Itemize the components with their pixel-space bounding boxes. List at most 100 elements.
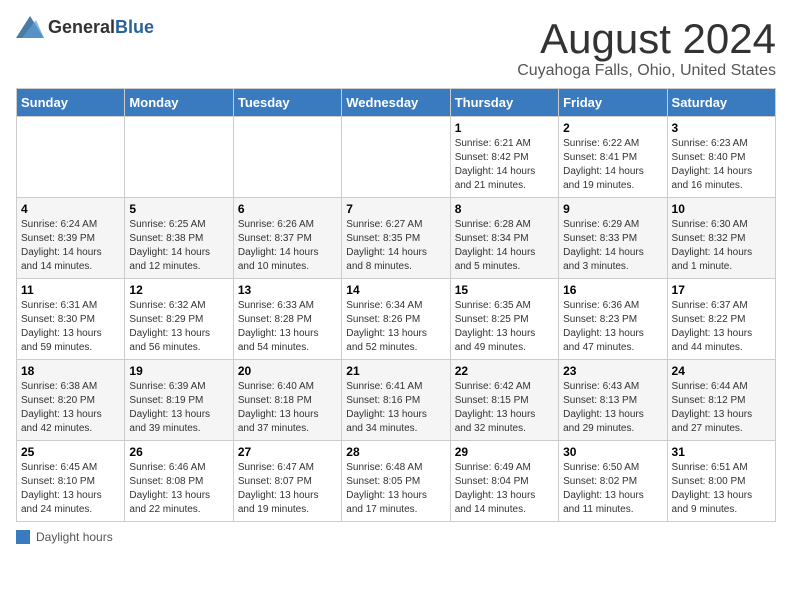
calendar-cell: 5 Sunrise: 6:25 AM Sunset: 8:38 PM Daylig… [125,198,233,279]
day-number: 31 [672,445,771,459]
calendar-table: SundayMondayTuesdayWednesdayThursdayFrid… [16,88,776,522]
title-area: August 2024 Cuyahoga Falls, Ohio, United… [517,16,776,80]
calendar-cell: 23 Sunrise: 6:43 AM Sunset: 8:13 PM Dayli… [559,360,667,441]
day-number: 16 [563,283,662,297]
day-header-thursday: Thursday [450,89,558,117]
legend: Daylight hours [16,530,776,544]
calendar-cell: 4 Sunrise: 6:24 AM Sunset: 8:39 PM Daylig… [17,198,125,279]
calendar-cell: 6Sunrise: 6:26 AM Sunset: 8:37 PM Daylig… [233,198,341,279]
day-info: Sunrise: 6:28 AM Sunset: 8:34 PM Dayligh… [455,218,554,274]
logo-icon [16,16,44,38]
logo: GeneralBlue [16,16,154,38]
day-info: Sunrise: 6:50 AM Sunset: 8:02 PM Dayligh… [563,461,662,517]
day-info: Sunrise: 6:46 AM Sunset: 8:08 PM Dayligh… [129,461,228,517]
day-number: 17 [672,283,771,297]
day-number: 15 [455,283,554,297]
day-header-friday: Friday [559,89,667,117]
calendar-cell: 22 Sunrise: 6:42 AM Sunset: 8:15 PM Dayli… [450,360,558,441]
day-number: 2 [563,121,662,135]
day-info: Sunrise: 6:35 AM Sunset: 8:25 PM Dayligh… [455,299,554,355]
calendar-week-row: 18Sunrise: 6:38 AM Sunset: 8:20 PM Dayli… [17,360,776,441]
day-info: Sunrise: 6:31 AM Sunset: 8:30 PM Dayligh… [21,299,120,355]
day-info: Sunrise: 6:29 AM Sunset: 8:33 PM Dayligh… [563,218,662,274]
calendar-cell: 26 Sunrise: 6:46 AM Sunset: 8:08 PM Dayli… [125,441,233,522]
logo-text-blue: Blue [115,17,154,37]
calendar-cell: 30Sunrise: 6:50 AM Sunset: 8:02 PM Dayli… [559,441,667,522]
day-number: 25 [21,445,120,459]
day-number: 22 [455,364,554,378]
day-info: Sunrise: 6:42 AM Sunset: 8:15 PM Dayligh… [455,380,554,436]
day-number: 10 [672,202,771,216]
day-number: 27 [238,445,337,459]
day-info: Sunrise: 6:36 AM Sunset: 8:23 PM Dayligh… [563,299,662,355]
calendar-week-row: 25 Sunrise: 6:45 AM Sunset: 8:10 PM Dayli… [17,441,776,522]
day-info: Sunrise: 6:21 AM Sunset: 8:42 PM Dayligh… [455,137,554,193]
calendar-cell: 27 Sunrise: 6:47 AM Sunset: 8:07 PM Dayli… [233,441,341,522]
day-number: 18 [21,364,120,378]
day-number: 3 [672,121,771,135]
calendar-week-row: 11 Sunrise: 6:31 AM Sunset: 8:30 PM Dayli… [17,279,776,360]
calendar-cell: 18Sunrise: 6:38 AM Sunset: 8:20 PM Dayli… [17,360,125,441]
day-info: Sunrise: 6:33 AM Sunset: 8:28 PM Dayligh… [238,299,337,355]
day-number: 9 [563,202,662,216]
day-number: 23 [563,364,662,378]
legend-box [16,530,30,544]
calendar-cell: 3 Sunrise: 6:23 AM Sunset: 8:40 PM Daylig… [667,117,775,198]
day-header-wednesday: Wednesday [342,89,450,117]
calendar-cell: 9 Sunrise: 6:29 AM Sunset: 8:33 PM Daylig… [559,198,667,279]
day-number: 5 [129,202,228,216]
day-info: Sunrise: 6:34 AM Sunset: 8:26 PM Dayligh… [346,299,445,355]
day-number: 14 [346,283,445,297]
day-info: Sunrise: 6:44 AM Sunset: 8:12 PM Dayligh… [672,380,771,436]
calendar-cell: 31 Sunrise: 6:51 AM Sunset: 8:00 PM Dayli… [667,441,775,522]
calendar-cell: 21Sunrise: 6:41 AM Sunset: 8:16 PM Dayli… [342,360,450,441]
day-info: Sunrise: 6:23 AM Sunset: 8:40 PM Dayligh… [672,137,771,193]
day-info: Sunrise: 6:27 AM Sunset: 8:35 PM Dayligh… [346,218,445,274]
calendar-header-row: SundayMondayTuesdayWednesdayThursdayFrid… [17,89,776,117]
day-header-tuesday: Tuesday [233,89,341,117]
calendar-cell: 19Sunrise: 6:39 AM Sunset: 8:19 PM Dayli… [125,360,233,441]
day-header-monday: Monday [125,89,233,117]
day-number: 24 [672,364,771,378]
day-info: Sunrise: 6:45 AM Sunset: 8:10 PM Dayligh… [21,461,120,517]
month-title: August 2024 [517,16,776,62]
calendar-cell: 24 Sunrise: 6:44 AM Sunset: 8:12 PM Dayli… [667,360,775,441]
calendar-cell: 16 Sunrise: 6:36 AM Sunset: 8:23 PM Dayli… [559,279,667,360]
day-number: 20 [238,364,337,378]
day-info: Sunrise: 6:25 AM Sunset: 8:38 PM Dayligh… [129,218,228,274]
calendar-week-row: 1 Sunrise: 6:21 AM Sunset: 8:42 PM Daylig… [17,117,776,198]
calendar-cell: 11 Sunrise: 6:31 AM Sunset: 8:30 PM Dayli… [17,279,125,360]
day-info: Sunrise: 6:32 AM Sunset: 8:29 PM Dayligh… [129,299,228,355]
calendar-cell [233,117,341,198]
day-info: Sunrise: 6:37 AM Sunset: 8:22 PM Dayligh… [672,299,771,355]
calendar-cell: 14 Sunrise: 6:34 AM Sunset: 8:26 PM Dayli… [342,279,450,360]
day-number: 29 [455,445,554,459]
day-info: Sunrise: 6:43 AM Sunset: 8:13 PM Dayligh… [563,380,662,436]
calendar-cell: 17 Sunrise: 6:37 AM Sunset: 8:22 PM Dayli… [667,279,775,360]
day-header-sunday: Sunday [17,89,125,117]
day-info: Sunrise: 6:24 AM Sunset: 8:39 PM Dayligh… [21,218,120,274]
day-number: 13 [238,283,337,297]
day-info: Sunrise: 6:49 AM Sunset: 8:04 PM Dayligh… [455,461,554,517]
day-info: Sunrise: 6:51 AM Sunset: 8:00 PM Dayligh… [672,461,771,517]
calendar-cell: 2 Sunrise: 6:22 AM Sunset: 8:41 PM Daylig… [559,117,667,198]
calendar-cell: 12Sunrise: 6:32 AM Sunset: 8:29 PM Dayli… [125,279,233,360]
day-info: Sunrise: 6:41 AM Sunset: 8:16 PM Dayligh… [346,380,445,436]
day-number: 7 [346,202,445,216]
day-number: 11 [21,283,120,297]
day-info: Sunrise: 6:22 AM Sunset: 8:41 PM Dayligh… [563,137,662,193]
day-header-saturday: Saturday [667,89,775,117]
day-number: 4 [21,202,120,216]
day-info: Sunrise: 6:30 AM Sunset: 8:32 PM Dayligh… [672,218,771,274]
day-number: 1 [455,121,554,135]
day-info: Sunrise: 6:48 AM Sunset: 8:05 PM Dayligh… [346,461,445,517]
calendar-cell [17,117,125,198]
logo-text-general: General [48,17,115,37]
calendar-cell: 25 Sunrise: 6:45 AM Sunset: 8:10 PM Dayli… [17,441,125,522]
day-info: Sunrise: 6:26 AM Sunset: 8:37 PM Dayligh… [238,218,337,274]
day-info: Sunrise: 6:47 AM Sunset: 8:07 PM Dayligh… [238,461,337,517]
location-title: Cuyahoga Falls, Ohio, United States [517,62,776,80]
header: GeneralBlue August 2024 Cuyahoga Falls, … [16,16,776,80]
day-number: 19 [129,364,228,378]
day-number: 26 [129,445,228,459]
